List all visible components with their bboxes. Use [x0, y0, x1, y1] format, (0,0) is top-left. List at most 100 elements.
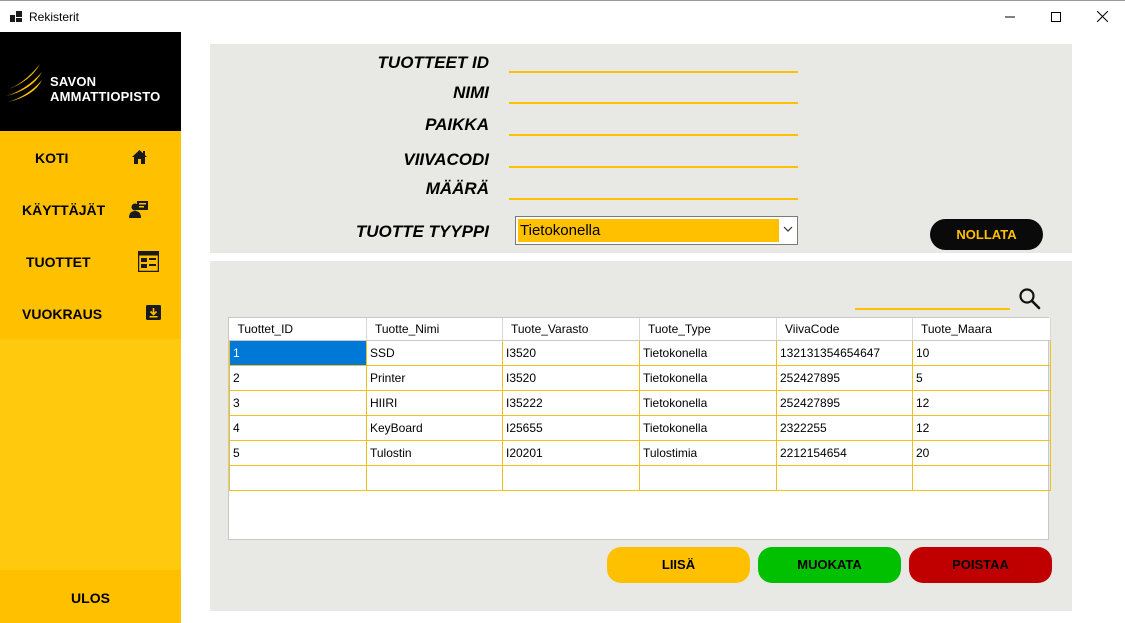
table-cell[interactable]: 20: [912, 439, 1051, 466]
table-cell[interactable]: 12: [912, 414, 1051, 441]
table-cell[interactable]: 4: [229, 414, 367, 441]
table-row[interactable]: 5 Tulostin I20201 Tulostimia 2212154654 …: [229, 439, 1051, 466]
table-cell[interactable]: 2322255: [776, 414, 913, 441]
table-cell[interactable]: [912, 464, 1051, 491]
table-cell[interactable]: I3520: [502, 364, 640, 391]
location-label: PAIKKA: [425, 115, 489, 134]
search-icon[interactable]: [1018, 287, 1042, 311]
table-cell[interactable]: 10: [912, 339, 1051, 366]
close-icon: [1096, 11, 1108, 22]
reset-button[interactable]: NOLLATA: [930, 219, 1043, 250]
table-cell[interactable]: [502, 464, 640, 491]
table-cell[interactable]: 2212154654: [776, 439, 913, 466]
chevron-down-icon: [783, 226, 793, 232]
logo-line-2: AMMATTIOPISTO: [50, 89, 161, 104]
column-header[interactable]: ViivaCode: [776, 318, 913, 341]
table-cell[interactable]: SSD: [366, 339, 503, 366]
table-cell[interactable]: HIIRI: [366, 389, 503, 416]
column-header[interactable]: Tuotte_Nimi: [366, 318, 503, 341]
logout-button[interactable]: ULOS: [0, 570, 181, 623]
table-header: Tuottet_ID Tuotte_Nimi Tuote_Varasto Tuo…: [229, 318, 1051, 341]
download-icon: [146, 305, 161, 320]
barcode-label: VIIVACODI: [403, 150, 489, 169]
table-cell[interactable]: Tietokonella: [639, 339, 777, 366]
edit-button[interactable]: MUOKATA: [758, 547, 901, 583]
table-cell[interactable]: Tietokonella: [639, 364, 777, 391]
home-icon: [132, 150, 147, 164]
table-row[interactable]: 3 HIIRI I35222 Tietokonella 252427895 12: [229, 389, 1051, 416]
table-cell[interactable]: [366, 464, 503, 491]
table-cell[interactable]: Tietokonella: [639, 414, 777, 441]
sidebar-item-label: VUOKRAUS: [22, 306, 103, 322]
barcode-field[interactable]: [509, 166, 798, 168]
sidebar-item-label: KÄYTTÄJÄT: [22, 202, 106, 218]
name-label: NIMI: [453, 83, 489, 102]
table-cell[interactable]: [639, 464, 777, 491]
column-header[interactable]: Tuote_Maara: [912, 318, 1051, 341]
product-type-select[interactable]: Tietokonella: [515, 216, 798, 245]
users-icon: [129, 201, 148, 218]
search-input[interactable]: [855, 308, 1010, 310]
window-title: Rekisterit: [29, 10, 80, 24]
minimize-icon: [1005, 16, 1015, 17]
table-row[interactable]: 2 Printer I3520 Tietokonella 252427895 5: [229, 364, 1051, 391]
product-id-field[interactable]: [509, 71, 798, 73]
table-cell[interactable]: 5: [912, 364, 1051, 391]
table-row[interactable]: 1 SSD I3520 Tietokonella 132131354654647…: [229, 339, 1051, 366]
products-icon: [138, 251, 159, 272]
sidebar-spacer: [0, 339, 181, 570]
table-cell[interactable]: 12: [912, 389, 1051, 416]
table-row-new[interactable]: [229, 464, 1051, 491]
table-cell[interactable]: [776, 464, 913, 491]
products-panel: Tuottet_ID Tuotte_Nimi Tuote_Varasto Tuo…: [210, 261, 1072, 611]
table-cell[interactable]: 3: [229, 389, 367, 416]
app-window: Rekisterit SAVON AMMATTIOPISTO KOTI KÄYT…: [0, 0, 1125, 623]
column-header[interactable]: Tuottet_ID: [229, 318, 367, 341]
minimize-button[interactable]: [987, 1, 1033, 32]
product-type-value: Tietokonella: [518, 219, 779, 242]
sidebar-item-vuokraus[interactable]: VUOKRAUS: [0, 287, 181, 339]
logo: SAVON AMMATTIOPISTO: [0, 32, 181, 131]
location-field[interactable]: [509, 134, 798, 136]
table-cell[interactable]: KeyBoard: [366, 414, 503, 441]
close-button[interactable]: [1079, 1, 1125, 32]
add-button[interactable]: LIISÄ: [607, 547, 750, 583]
name-field[interactable]: [509, 102, 798, 104]
table-cell[interactable]: I3520: [502, 339, 640, 366]
table-cell[interactable]: Printer: [366, 364, 503, 391]
sidebar: SAVON AMMATTIOPISTO KOTI KÄYTTÄJÄT TUOTT…: [0, 32, 181, 623]
column-header[interactable]: Tuote_Type: [639, 318, 777, 341]
table-cell[interactable]: I25655: [502, 414, 640, 441]
table-cell[interactable]: [229, 464, 367, 491]
products-table[interactable]: Tuottet_ID Tuotte_Nimi Tuote_Varasto Tuo…: [228, 317, 1051, 540]
title-bar: Rekisterit: [0, 0, 1125, 32]
quantity-field[interactable]: [509, 198, 798, 200]
table-cell[interactable]: I35222: [502, 389, 640, 416]
app-icon: [10, 11, 22, 22]
delete-button[interactable]: POISTAA: [909, 547, 1052, 583]
logo-mark-icon: [6, 64, 42, 102]
table-cell[interactable]: 2: [229, 364, 367, 391]
logo-line-1: SAVON: [50, 74, 97, 89]
sidebar-item-koti[interactable]: KOTI: [0, 131, 181, 183]
column-header[interactable]: Tuote_Varasto: [502, 318, 640, 341]
sidebar-item-label: TUOTTET: [26, 254, 91, 270]
table-cell[interactable]: Tulostimia: [639, 439, 777, 466]
table-cell[interactable]: 5: [229, 439, 367, 466]
maximize-button[interactable]: [1033, 1, 1079, 32]
product-form: TUOTTEET ID NIMI PAIKKA VIIVACODI MÄÄRÄ …: [210, 44, 1072, 253]
product-id-label: TUOTTEET ID: [377, 53, 489, 72]
table-cell[interactable]: 252427895: [776, 389, 913, 416]
table-cell[interactable]: I20201: [502, 439, 640, 466]
table-row[interactable]: 4 KeyBoard I25655 Tietokonella 2322255 1…: [229, 414, 1051, 441]
sidebar-item-kayttajat[interactable]: KÄYTTÄJÄT: [0, 183, 181, 235]
product-type-label: TUOTTE TYYPPI: [355, 222, 489, 241]
table-cell[interactable]: Tulostin: [366, 439, 503, 466]
maximize-icon: [1051, 11, 1061, 22]
table-cell[interactable]: 132131354654647: [776, 339, 913, 366]
table-cell[interactable]: 1: [229, 339, 367, 366]
table-cell[interactable]: 252427895: [776, 364, 913, 391]
sidebar-item-label: KOTI: [35, 150, 69, 166]
table-cell[interactable]: Tietokonella: [639, 389, 777, 416]
sidebar-item-tuottet[interactable]: TUOTTET: [0, 235, 181, 287]
